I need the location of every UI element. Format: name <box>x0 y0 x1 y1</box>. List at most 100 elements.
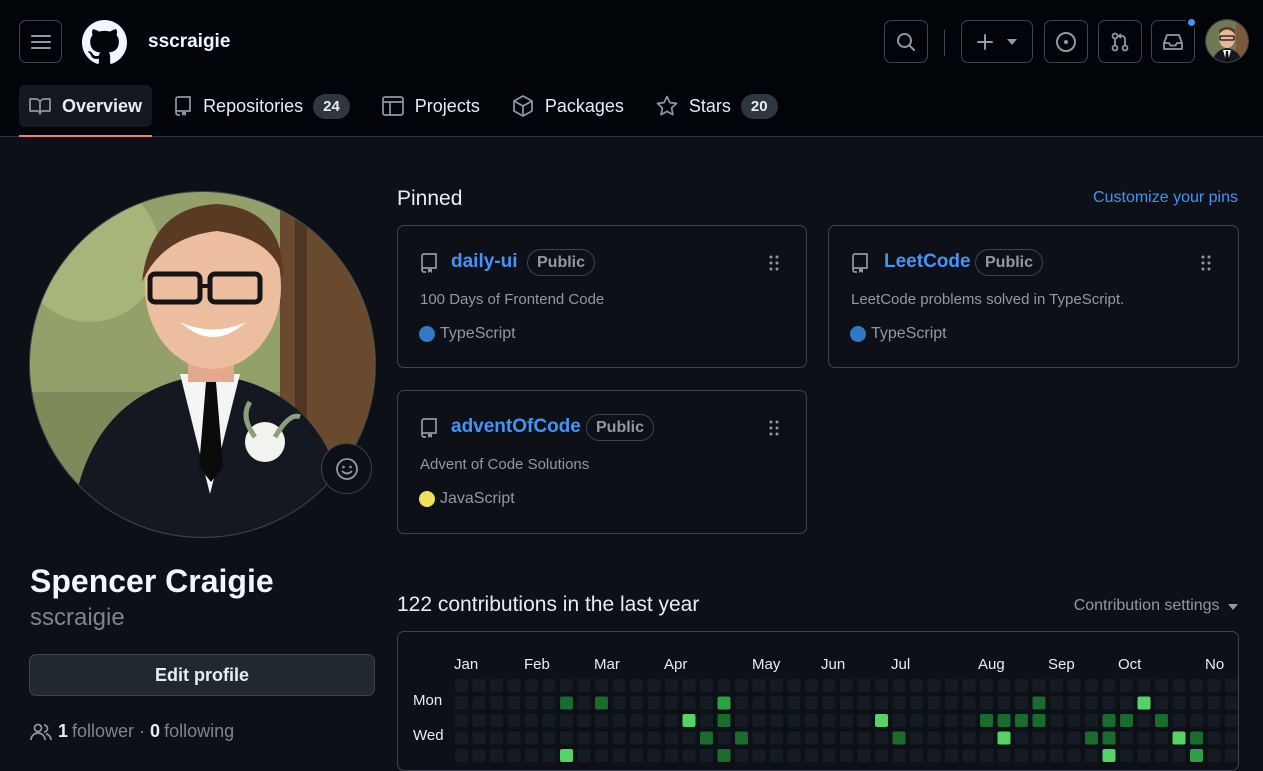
github-logo[interactable] <box>82 20 127 65</box>
contribution-day-cell[interactable] <box>822 731 836 745</box>
contribution-day-cell[interactable] <box>1120 696 1133 710</box>
tab-projects[interactable]: Projects <box>372 85 490 127</box>
contribution-day-cell[interactable] <box>1190 731 1203 745</box>
contribution-day-cell[interactable] <box>612 679 626 692</box>
contribution-day-cell[interactable] <box>927 749 941 762</box>
contribution-day-cell[interactable] <box>1120 749 1133 762</box>
contribution-day-cell[interactable] <box>1172 696 1186 710</box>
contribution-day-cell[interactable] <box>507 714 521 727</box>
contribution-day-cell[interactable] <box>875 731 888 745</box>
set-status-button[interactable] <box>321 443 372 494</box>
contribution-day-cell[interactable] <box>1067 749 1081 762</box>
contribution-day-cell[interactable] <box>1050 696 1063 710</box>
contribution-day-cell[interactable] <box>455 696 468 710</box>
contribution-day-cell[interactable] <box>630 731 643 745</box>
contribution-day-cell[interactable] <box>490 679 503 692</box>
contribution-day-cell[interactable] <box>560 731 573 745</box>
contribution-day-cell[interactable] <box>595 749 608 762</box>
contribution-day-cell[interactable] <box>857 714 871 727</box>
contribution-day-cell[interactable] <box>1225 679 1238 692</box>
contribution-day-cell[interactable] <box>787 749 801 762</box>
contribution-day-cell[interactable] <box>1102 696 1116 710</box>
contribution-day-cell[interactable] <box>1050 714 1063 727</box>
contribution-day-cell[interactable] <box>1137 714 1151 727</box>
contribution-day-cell[interactable] <box>560 679 573 692</box>
contribution-day-cell[interactable] <box>1067 731 1081 745</box>
contribution-day-cell[interactable] <box>700 714 713 727</box>
contribution-day-cell[interactable] <box>962 749 976 762</box>
contribution-day-cell[interactable] <box>507 749 521 762</box>
contribution-day-cell[interactable] <box>1172 679 1186 692</box>
edit-profile-button[interactable]: Edit profile <box>29 654 375 696</box>
contribution-day-cell[interactable] <box>840 714 853 727</box>
contribution-day-cell[interactable] <box>700 679 713 692</box>
contribution-day-cell[interactable] <box>1067 696 1081 710</box>
contribution-day-cell[interactable] <box>577 696 591 710</box>
contribution-day-cell[interactable] <box>717 731 731 745</box>
contribution-day-cell[interactable] <box>490 731 503 745</box>
tab-stars[interactable]: Stars 20 <box>646 85 788 127</box>
contribution-day-cell[interactable] <box>682 731 696 745</box>
contribution-day-cell[interactable] <box>1102 714 1116 727</box>
menu-button[interactable] <box>19 20 62 63</box>
user-avatar-small[interactable] <box>1205 19 1249 63</box>
contribution-day-cell[interactable] <box>980 679 993 692</box>
tab-packages[interactable]: Packages <box>502 85 634 127</box>
contribution-day-cell[interactable] <box>787 696 801 710</box>
contribution-day-cell[interactable] <box>840 679 853 692</box>
contribution-day-cell[interactable] <box>962 731 976 745</box>
contribution-day-cell[interactable] <box>665 696 678 710</box>
contribution-day-cell[interactable] <box>1085 696 1098 710</box>
contribution-day-cell[interactable] <box>945 696 958 710</box>
contribution-day-cell[interactable] <box>455 749 468 762</box>
contribution-day-cell[interactable] <box>875 679 888 692</box>
contribution-day-cell[interactable] <box>1137 679 1151 692</box>
contribution-day-cell[interactable] <box>997 714 1011 727</box>
contribution-day-cell[interactable] <box>805 714 818 727</box>
contribution-day-cell[interactable] <box>1190 679 1203 692</box>
contribution-day-cell[interactable] <box>1032 749 1046 762</box>
contribution-day-cell[interactable] <box>997 749 1011 762</box>
contribution-day-cell[interactable] <box>735 679 748 692</box>
contribution-day-cell[interactable] <box>945 714 958 727</box>
contribution-day-cell[interactable] <box>700 749 713 762</box>
contribution-day-cell[interactable] <box>752 696 766 710</box>
contribution-day-cell[interactable] <box>752 731 766 745</box>
contribution-day-cell[interactable] <box>1137 749 1151 762</box>
contribution-day-cell[interactable] <box>1155 731 1168 745</box>
contribution-day-cell[interactable] <box>770 731 783 745</box>
contribution-day-cell[interactable] <box>542 749 556 762</box>
contribution-day-cell[interactable] <box>770 679 783 692</box>
contribution-day-cell[interactable] <box>507 679 521 692</box>
contribution-day-cell[interactable] <box>665 731 678 745</box>
contribution-day-cell[interactable] <box>892 749 906 762</box>
contribution-day-cell[interactable] <box>1225 731 1238 745</box>
contribution-day-cell[interactable] <box>787 714 801 727</box>
contribution-day-cell[interactable] <box>1067 679 1081 692</box>
contribution-day-cell[interactable] <box>770 696 783 710</box>
contribution-day-cell[interactable] <box>542 731 556 745</box>
contribution-day-cell[interactable] <box>1050 749 1063 762</box>
pull-requests-button[interactable] <box>1098 20 1142 63</box>
contribution-day-cell[interactable] <box>1120 679 1133 692</box>
create-new-button[interactable] <box>961 20 1033 63</box>
contribution-day-cell[interactable] <box>717 696 731 710</box>
contribution-day-cell[interactable] <box>892 679 906 692</box>
contribution-day-cell[interactable] <box>472 731 486 745</box>
contribution-day-cell[interactable] <box>927 731 941 745</box>
contribution-day-cell[interactable] <box>1137 696 1151 710</box>
contribution-day-cell[interactable] <box>910 731 923 745</box>
contribution-day-cell[interactable] <box>787 731 801 745</box>
followers-count[interactable]: 1 <box>58 721 68 742</box>
contribution-day-cell[interactable] <box>980 696 993 710</box>
contribution-day-cell[interactable] <box>700 731 713 745</box>
contribution-day-cell[interactable] <box>997 679 1011 692</box>
contribution-day-cell[interactable] <box>770 714 783 727</box>
contribution-day-cell[interactable] <box>840 696 853 710</box>
contribution-day-cell[interactable] <box>1172 731 1186 745</box>
contribution-day-cell[interactable] <box>1015 714 1028 727</box>
contribution-day-cell[interactable] <box>805 749 818 762</box>
contribution-day-cell[interactable] <box>1120 714 1133 727</box>
contribution-day-cell[interactable] <box>1085 749 1098 762</box>
contribution-day-cell[interactable] <box>490 696 503 710</box>
